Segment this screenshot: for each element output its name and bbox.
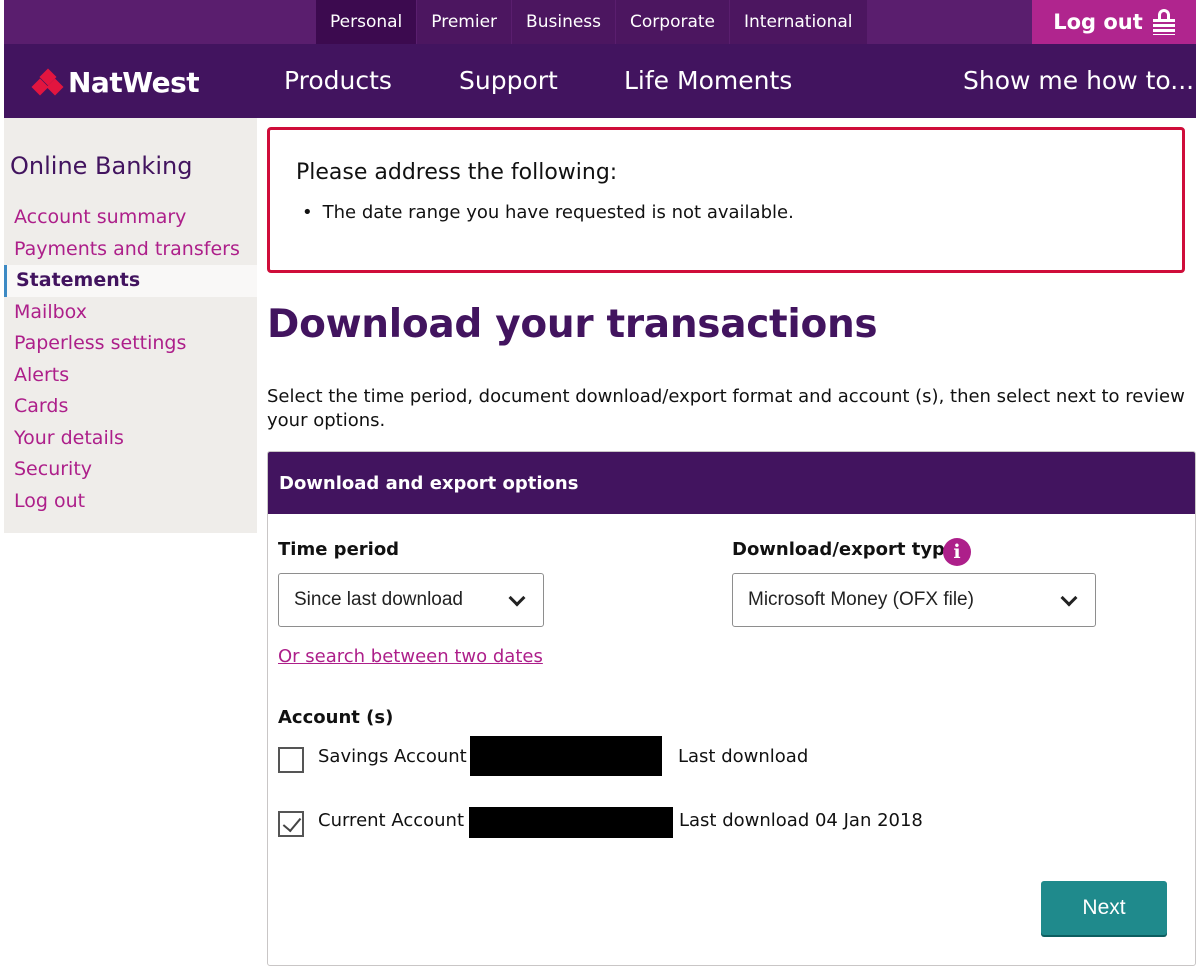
savings-last-download: Last download xyxy=(678,746,809,767)
sidebar-item-your-details[interactable]: Your details xyxy=(4,423,257,455)
natwest-logo[interactable]: NatWest xyxy=(31,66,200,99)
brand-name: NatWest xyxy=(68,66,200,99)
search-between-dates-link[interactable]: Or search between two dates xyxy=(278,646,543,667)
nav-support[interactable]: Support xyxy=(459,66,558,95)
top-brand-bar: Personal Premier Business Corporate Inte… xyxy=(4,0,1196,44)
sidebar-item-payments[interactable]: Payments and transfers xyxy=(4,234,257,266)
logout-label: Log out xyxy=(1053,10,1143,34)
current-last-download: Last download 04 Jan 2018 xyxy=(679,810,923,831)
savings-account-checkbox[interactable] xyxy=(278,747,304,773)
sidebar-item-account-summary[interactable]: Account summary xyxy=(4,202,257,234)
sidebar-item-log-out[interactable]: Log out xyxy=(4,486,257,518)
current-account-checkbox[interactable] xyxy=(278,811,304,837)
sidebar-item-mailbox[interactable]: Mailbox xyxy=(4,297,257,329)
error-list: The date range you have requested is not… xyxy=(302,202,794,223)
time-period-select[interactable]: Since last download xyxy=(278,573,544,627)
redacted-account-number xyxy=(470,736,662,776)
sidebar-item-cards[interactable]: Cards xyxy=(4,391,257,423)
accounts-label: Account (s) xyxy=(278,707,394,728)
sidebar-title: Online Banking xyxy=(10,152,193,180)
export-type-select[interactable]: Microsoft Money (OFX file) xyxy=(732,573,1096,627)
savings-account-name: Savings Account xyxy=(318,746,467,767)
page-title: Download your transactions xyxy=(267,302,878,347)
tab-business[interactable]: Business xyxy=(512,0,616,44)
sidebar-item-security[interactable]: Security xyxy=(4,454,257,486)
nav-life-moments[interactable]: Life Moments xyxy=(624,66,792,95)
sidebar-item-paperless[interactable]: Paperless settings xyxy=(4,328,257,360)
error-summary: Please address the following: The date r… xyxy=(267,127,1185,273)
next-button[interactable]: Next xyxy=(1041,881,1167,935)
export-type-label: Download/export type xyxy=(732,539,958,560)
nav-products[interactable]: Products xyxy=(284,66,392,95)
download-options-panel: Download and export options Time period … xyxy=(267,451,1196,966)
sidebar-item-alerts[interactable]: Alerts xyxy=(4,360,257,392)
nav-show-me-how[interactable]: Show me how to... xyxy=(963,66,1194,95)
tab-premier[interactable]: Premier xyxy=(417,0,512,44)
info-icon[interactable]: i xyxy=(943,538,971,566)
export-type-value: Microsoft Money (OFX file) xyxy=(748,589,974,610)
natwest-logo-icon xyxy=(31,68,64,95)
segment-tabs: Personal Premier Business Corporate Inte… xyxy=(316,0,868,44)
tab-international[interactable]: International xyxy=(730,0,867,44)
panel-heading: Download and export options xyxy=(268,452,1195,514)
chevron-down-icon xyxy=(1060,589,1078,607)
main-nav: NatWest Products Support Life Moments Sh… xyxy=(4,44,1196,118)
page-intro: Select the time period, document downloa… xyxy=(267,386,1185,431)
error-message: The date range you have requested is not… xyxy=(302,202,794,223)
tab-personal[interactable]: Personal xyxy=(316,0,417,44)
chevron-down-icon xyxy=(508,589,526,607)
sidebar-item-statements[interactable]: Statements xyxy=(4,265,257,297)
tab-corporate[interactable]: Corporate xyxy=(616,0,729,44)
error-heading: Please address the following: xyxy=(296,160,618,185)
redacted-account-number xyxy=(469,807,673,838)
sidebar: Online Banking Account summary Payments … xyxy=(4,118,257,533)
lock-icon xyxy=(1152,9,1175,35)
current-account-name: Current Account xyxy=(318,810,465,831)
sidebar-menu: Account summary Payments and transfers S… xyxy=(4,202,257,517)
logout-button[interactable]: Log out xyxy=(1032,0,1196,44)
time-period-value: Since last download xyxy=(294,589,463,610)
time-period-label: Time period xyxy=(278,539,400,560)
